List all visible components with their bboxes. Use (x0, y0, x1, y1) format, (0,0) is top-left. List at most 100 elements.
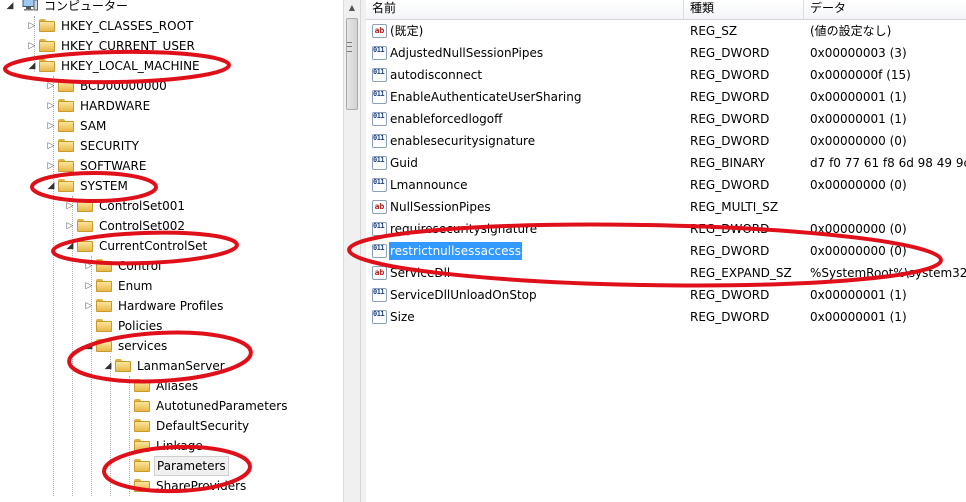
value-row[interactable]: ab (既定) REG_SZ (値の設定なし) (366, 20, 966, 42)
value-name: autodisconnect (390, 68, 483, 82)
tree-node[interactable]: ◢ HKEY_LOCAL_MACHINE (0, 56, 340, 76)
tree-node[interactable]: ▷ SOFTWARE (0, 156, 340, 176)
tree-node[interactable]: ▷ HKEY_CLASSES_ROOT (0, 16, 340, 36)
column-header-name[interactable]: 名前 (366, 0, 684, 19)
tree-node[interactable]: ▷ SAM (0, 116, 340, 136)
tree-node-label: HKEY_LOCAL_MACHINE (61, 59, 200, 73)
tree-node[interactable]: ▷ HKEY_CURRENT_USER (0, 36, 340, 56)
tree-node-computer[interactable]: ◢ コンピューター (0, 0, 300, 16)
expand-arrow-icon[interactable]: ▷ (46, 156, 56, 176)
tree-node-label: DefaultSecurity (156, 419, 250, 433)
expand-arrow-icon[interactable]: ▷ (46, 96, 56, 116)
binary-value-icon: 011 110 (372, 156, 387, 170)
tree-node[interactable]: ◢ SYSTEM (0, 176, 340, 196)
value-name: NullSessionPipes (390, 200, 491, 214)
value-type: REG_DWORD (690, 46, 770, 60)
tree-node[interactable]: Parameters (0, 456, 340, 476)
tree-node[interactable]: Policies (0, 316, 340, 336)
value-row[interactable]: 011 110EnableAuthenticateUserSharing REG_… (366, 86, 966, 108)
value-row[interactable]: 011 110enableforcedlogoff REG_DWORD 0x0000… (366, 108, 966, 130)
expand-arrow-icon[interactable]: ▷ (27, 16, 37, 36)
tree-node[interactable]: Linkage (0, 436, 340, 456)
scrollbar-thumb[interactable] (346, 18, 358, 110)
tree-node[interactable]: ◢ services (0, 336, 340, 356)
collapse-arrow-icon[interactable]: ◢ (103, 356, 113, 376)
expand-arrow-icon[interactable]: ▷ (27, 36, 37, 56)
folder-icon (58, 99, 75, 113)
value-row[interactable]: 011 110Guid REG_BINARY d7 f0 77 61 f8 6d 9… (366, 152, 966, 174)
tree-node-label: ControlSet002 (99, 219, 185, 233)
scroll-up-arrow-icon[interactable]: ▲ (344, 0, 360, 16)
tree-node-label: Control (118, 259, 162, 273)
collapse-arrow-icon[interactable]: ◢ (46, 176, 56, 196)
binary-value-icon: 011 110 (372, 112, 387, 126)
collapse-arrow-icon[interactable]: ◢ (5, 0, 15, 16)
expand-arrow-icon[interactable]: ▷ (84, 296, 94, 316)
tree-node[interactable]: ▷ Enum (0, 276, 340, 296)
value-row[interactable]: 011 110ServiceDllUnloadOnStop REG_DWORD 0x… (366, 284, 966, 306)
tree-node[interactable]: Aliases (0, 376, 340, 396)
tree-node[interactable]: ▷ Control (0, 256, 340, 276)
registry-tree-pane[interactable]: ◢ コンピューター ▷ HKEY_CLASSES_ROOT ▷ HKEY_CURREN… (0, 0, 343, 502)
expand-arrow-icon[interactable]: ▷ (46, 136, 56, 156)
column-header-data[interactable]: データ (804, 0, 966, 19)
expand-arrow-icon[interactable]: ▷ (46, 116, 56, 136)
expand-arrow-icon[interactable]: ▷ (84, 276, 94, 296)
value-row[interactable]: ab ServiceDll REG_EXPAND_SZ %SystemRoot%\sy… (366, 262, 966, 284)
collapse-arrow-icon[interactable]: ◢ (27, 56, 37, 76)
value-name: requiresecuritysignature (390, 222, 538, 236)
tree-node[interactable]: ▷ HARDWARE (0, 96, 340, 116)
value-row[interactable]: 011 110Size REG_DWORD 0x00000001 (1) (366, 306, 966, 328)
tree-node-label: Aliases (156, 379, 199, 393)
tree-vertical-scrollbar[interactable]: ▲ (343, 0, 360, 502)
value-row[interactable]: 011 110AdjustedNullSessionPipes REG_DWORD… (366, 42, 966, 64)
list-header: 名前 種類 データ (366, 0, 966, 20)
column-header-type[interactable]: 種類 (684, 0, 804, 19)
tree-node-label: Hardware Profiles (118, 299, 224, 313)
value-row[interactable]: ab NullSessionPipes REG_MULTI_SZ (366, 196, 966, 218)
string-value-icon: ab (372, 266, 387, 280)
value-row[interactable]: 011 110enablesecuritysignature REG_DWORD 0… (366, 130, 966, 152)
value-name: enableforcedlogoff (390, 112, 503, 126)
folder-icon (96, 279, 113, 293)
string-value-icon: ab (372, 200, 387, 214)
expand-arrow-icon[interactable]: ▷ (46, 76, 56, 96)
expand-arrow-icon[interactable]: ▷ (65, 216, 75, 236)
tree-node[interactable]: ▷ Hardware Profiles (0, 296, 340, 316)
value-type: REG_DWORD (690, 178, 770, 192)
value-data: %SystemRoot%\system32 (810, 266, 966, 280)
value-row[interactable]: 011 110autodisconnect REG_DWORD 0x0000000f… (366, 64, 966, 86)
tree-node-label: Enum (118, 279, 153, 293)
tree-node[interactable]: ▷ SECURITY (0, 136, 340, 156)
value-row[interactable]: 011 110restrictnullsessaccess REG_DWORD 0x… (366, 240, 966, 262)
collapse-arrow-icon[interactable]: ◢ (65, 236, 75, 256)
tree-node[interactable]: ◢ LanmanServer (0, 356, 340, 376)
tree-node[interactable]: AutotunedParameters (0, 396, 340, 416)
binary-value-icon: 011 110 (372, 222, 387, 236)
tree-node[interactable]: ShareProviders (0, 476, 340, 496)
tree-node-label: SOFTWARE (80, 159, 147, 173)
tree-node[interactable]: DefaultSecurity (0, 416, 340, 436)
tree-node[interactable]: ◢ CurrentControlSet (0, 236, 340, 256)
value-row[interactable]: 011 110Lmannounce REG_DWORD 0x00000000 (0) (366, 174, 966, 196)
expand-arrow-icon[interactable]: ▷ (84, 256, 94, 276)
value-data: 0x00000001 (1) (810, 288, 907, 302)
folder-icon (96, 299, 113, 313)
value-row[interactable]: 011 110requiresecuritysignature REG_DWORD… (366, 218, 966, 240)
values-list-pane[interactable]: 名前 種類 データ ab(既定)REG_SZ(値の設定なし)011 110Adj… (366, 0, 966, 502)
value-name: (既定) (390, 24, 424, 38)
tree-node[interactable]: ▷ ControlSet001 (0, 196, 340, 216)
value-data: 0x0000000f (15) (810, 68, 911, 82)
tree-node-label: HKEY_CURRENT_USER (61, 39, 195, 53)
value-data: 0x00000000 (0) (810, 244, 907, 258)
collapse-arrow-icon[interactable]: ◢ (84, 336, 94, 356)
folder-icon (134, 399, 151, 413)
tree-node-label: CurrentControlSet (99, 239, 208, 253)
folder-icon (77, 219, 94, 233)
tree-node[interactable]: ▷ BCD00000000 (0, 76, 340, 96)
expand-arrow-icon[interactable]: ▷ (65, 196, 75, 216)
tree-node[interactable]: ▷ ControlSet002 (0, 216, 340, 236)
folder-icon (96, 259, 113, 273)
value-type: REG_DWORD (690, 288, 770, 302)
binary-value-icon: 011 110 (372, 178, 387, 192)
